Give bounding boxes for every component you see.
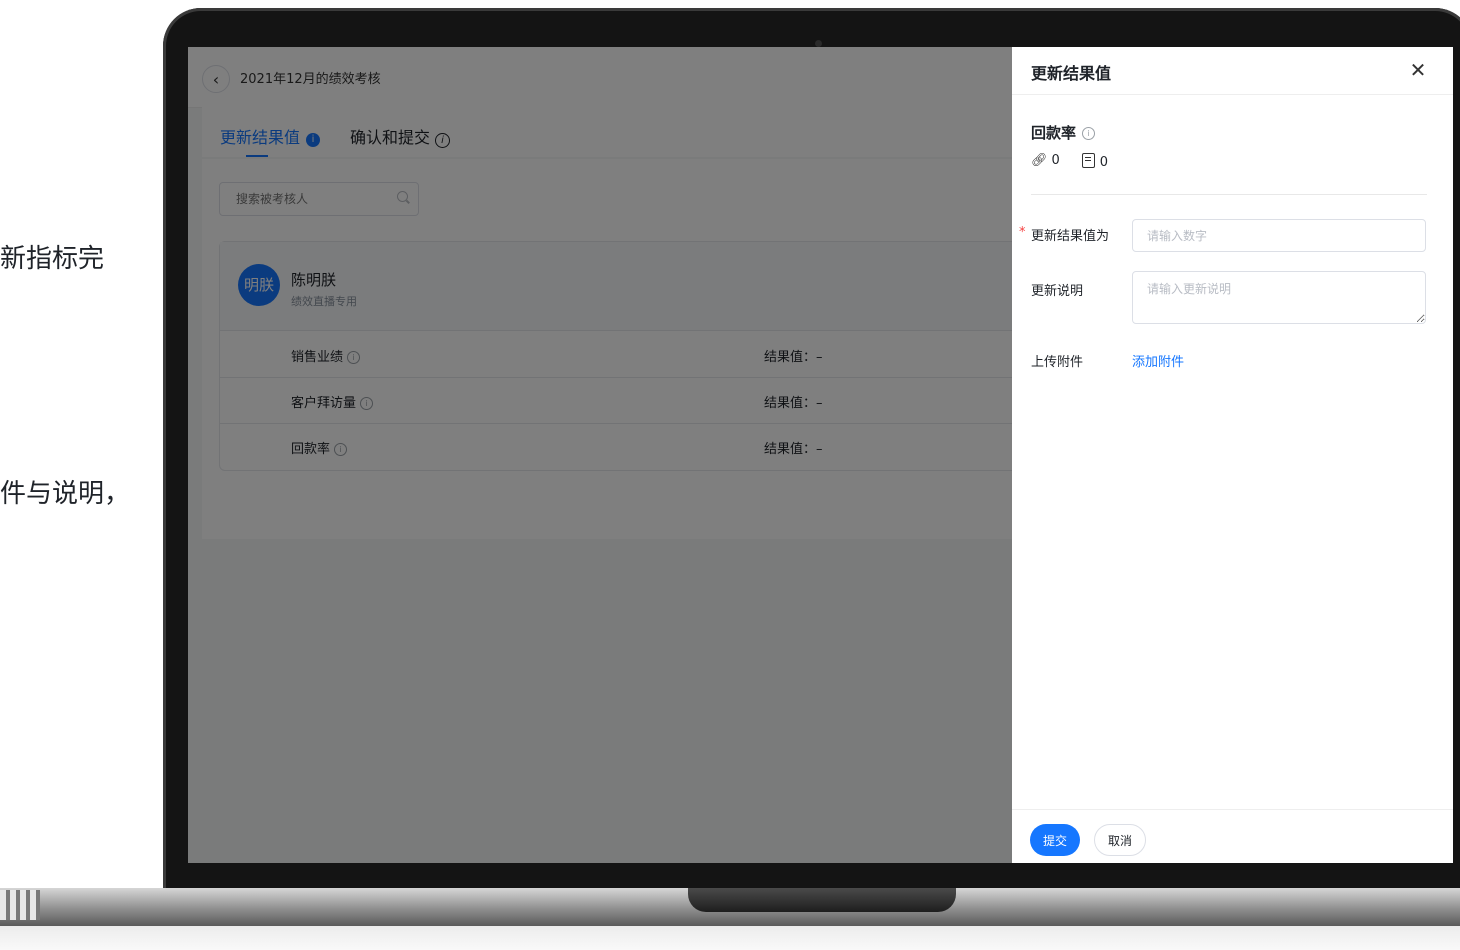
drawer-footer: 提交 取消 (1012, 809, 1453, 863)
result-value-input[interactable] (1132, 219, 1426, 252)
update-result-drawer: 更新结果值 ✕ 回款率i 🔗︎0 0 *更新结果值为 更新说明 上传附件 添加附… (1012, 47, 1453, 863)
metric-title-text: 回款率 (1031, 124, 1077, 142)
screen: ‹ 2021年12月的绩效考核 更新结果值i 确认和提交i 明朕 陈明朕 绩效直… (188, 47, 1453, 863)
cancel-button[interactable]: 取消 (1094, 824, 1146, 856)
drawer-title: 更新结果值 (1031, 64, 1112, 83)
required-mark: * (1019, 225, 1026, 240)
attachment-counts: 🔗︎ 0 0 (1031, 153, 1108, 170)
laptop-base-edge (0, 890, 40, 920)
info-icon: i (1082, 127, 1096, 140)
add-attachment-link[interactable]: 添加附件 (1132, 351, 1184, 370)
value-field-label: * 更新结果值为 (1019, 225, 1110, 244)
laptop-shadow (0, 926, 1460, 950)
close-button[interactable]: ✕ (1407, 59, 1429, 81)
camera-dot (815, 40, 822, 47)
close-icon: ✕ (1409, 58, 1427, 82)
link-count-value: 0 (1051, 153, 1060, 168)
doc-count-value: 0 (1099, 155, 1109, 170)
submit-button[interactable]: 提交 (1030, 824, 1080, 856)
document-icon (1081, 153, 1095, 168)
drawer-metric-title: 回款率 i (1031, 122, 1096, 143)
link-icon: 🔗︎ (1031, 153, 1048, 168)
side-caption-1: 新指标完 (0, 244, 105, 274)
attach-field-label: 上传附件 (1031, 355, 1084, 370)
side-caption-2: 件与说明， (0, 479, 131, 509)
doc-count: 0 (1081, 153, 1109, 170)
value-label-text: 更新结果值为 (1031, 229, 1110, 244)
link-count: 🔗︎ 0 (1031, 153, 1060, 170)
update-description-textarea[interactable] (1132, 271, 1426, 324)
desc-field-label: 更新说明 (1031, 284, 1084, 299)
divider (1031, 194, 1427, 195)
laptop-notch (688, 888, 956, 912)
drawer-header: 更新结果值 ✕ (1012, 47, 1453, 95)
